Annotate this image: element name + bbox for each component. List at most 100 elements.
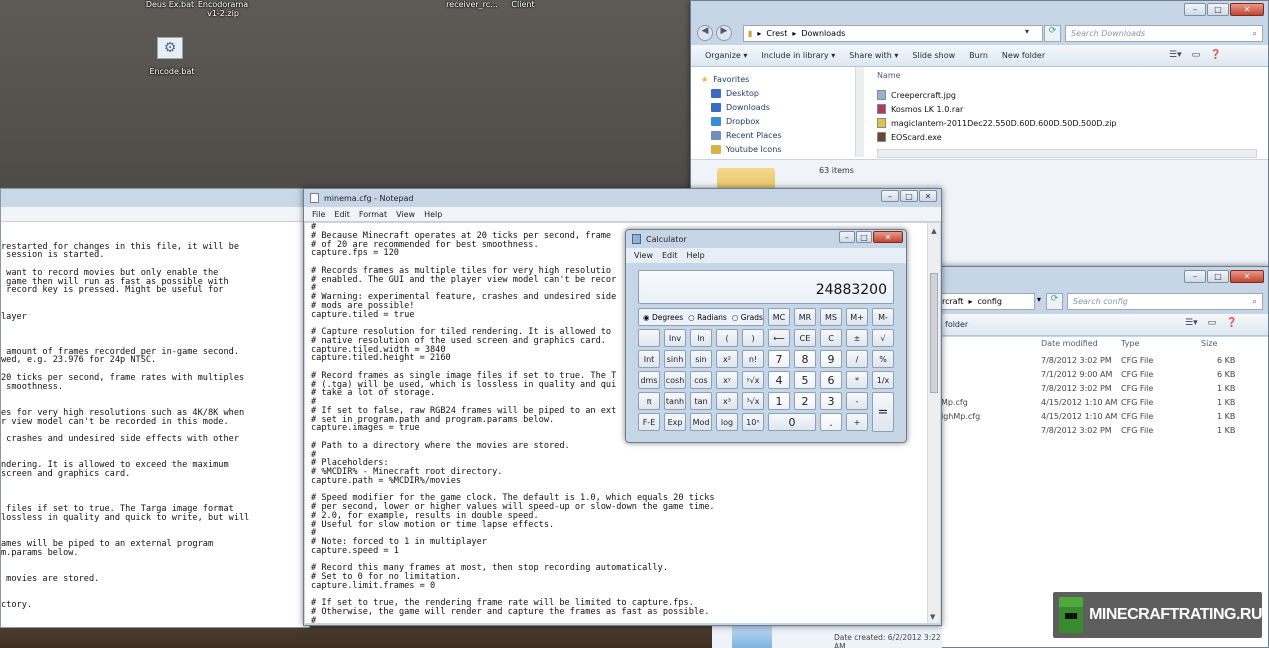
equals-button[interactable]: = bbox=[872, 392, 894, 432]
column-header-date[interactable]: Date modified bbox=[1041, 339, 1098, 348]
nav-youtube-icons[interactable]: Youtube Icons bbox=[701, 142, 851, 156]
back-button[interactable]: ◀ bbox=[697, 25, 713, 41]
digit-button[interactable]: 5 bbox=[794, 371, 816, 389]
menu-format[interactable]: Format bbox=[359, 210, 387, 219]
calc-function-button[interactable] bbox=[638, 329, 660, 347]
notepad-titlebar[interactable]: minema.cfg - Notepad bbox=[304, 189, 941, 207]
table-row[interactable]: 7/1/2012 9:00 AM CFG File 6 KB bbox=[931, 370, 1268, 384]
calc-function-button[interactable]: ³√x bbox=[742, 392, 764, 410]
calc-function-button[interactable]: CE bbox=[794, 329, 816, 347]
nav-scrollbar[interactable] bbox=[855, 67, 864, 157]
address-dropdown-icon[interactable]: ▾ bbox=[1037, 295, 1041, 304]
menu-edit[interactable]: Edit bbox=[334, 210, 350, 219]
search-downloads-input[interactable]: Search Downloads ⌕ bbox=[1065, 25, 1263, 42]
memory-button-mx[interactable]: M- bbox=[872, 308, 894, 326]
calc-function-button[interactable]: ʸ√x bbox=[742, 371, 764, 389]
table-row[interactable]: ighMp.cfg 4/15/2012 1:10 AM CFG File 1 KB bbox=[931, 412, 1268, 426]
calc-function-button[interactable]: * bbox=[846, 371, 868, 389]
slide-show-button[interactable]: Slide show bbox=[912, 51, 955, 60]
help-icon[interactable]: ❓ bbox=[1210, 50, 1221, 60]
file-row[interactable]: Kosmos LK 1.0.rar bbox=[877, 102, 1257, 116]
calc-function-button[interactable]: ) bbox=[742, 329, 764, 347]
digit-button[interactable]: 7 bbox=[768, 350, 790, 368]
calc-function-button[interactable]: dms bbox=[638, 371, 660, 389]
preview-pane-icon[interactable]: ▭ bbox=[1208, 318, 1217, 328]
nav-recent-places[interactable]: Recent Places bbox=[701, 128, 851, 142]
column-header-size[interactable]: Size bbox=[1201, 339, 1217, 348]
refresh-icon[interactable]: ⟳ bbox=[1046, 293, 1063, 310]
table-row[interactable]: Mp.cfg 4/15/2012 1:10 AM CFG File 1 KB bbox=[931, 398, 1268, 412]
digit-button[interactable]: 0 bbox=[768, 413, 816, 431]
menu-help[interactable]: Help bbox=[424, 210, 442, 219]
desktop-icon-encodorama[interactable]: Encodorama v1-2.zip bbox=[196, 0, 250, 18]
table-row[interactable]: 7/8/2012 3:02 PM CFG File 1 KB bbox=[931, 426, 1268, 440]
calc-function-button[interactable]: Int bbox=[638, 350, 660, 368]
calc-function-button[interactable]: ( bbox=[716, 329, 738, 347]
nav-dropbox[interactable]: Dropbox bbox=[701, 114, 851, 128]
address-bar[interactable]: rcraft ▸ config bbox=[935, 293, 1035, 310]
breadcrumb-rcraft[interactable]: rcraft bbox=[942, 297, 964, 306]
calc-function-button[interactable]: % bbox=[872, 350, 894, 368]
desktop-icon-client[interactable]: Client bbox=[506, 0, 540, 9]
digit-button[interactable]: 1 bbox=[768, 392, 790, 410]
calc-function-button[interactable]: xʸ bbox=[716, 371, 738, 389]
table-row[interactable]: 7/8/2012 3:02 PM CFG File 6 KB bbox=[931, 356, 1268, 370]
calc-function-button[interactable]: ln bbox=[690, 329, 712, 347]
maximize-button[interactable]: □ bbox=[900, 190, 918, 202]
calculator-window[interactable]: Calculator – □ ✕ View Edit Help 24883200… bbox=[625, 229, 907, 443]
menu-file[interactable]: File bbox=[312, 210, 325, 219]
memory-button-mx[interactable]: M+ bbox=[846, 308, 868, 326]
close-button[interactable]: ✕ bbox=[1230, 270, 1264, 283]
calc-function-button[interactable]: C bbox=[820, 329, 842, 347]
new-folder-button[interactable]: folder bbox=[945, 320, 968, 329]
calc-function-button[interactable]: Inv bbox=[664, 329, 686, 347]
maximize-button[interactable]: □ bbox=[1207, 270, 1229, 283]
scroll-down-icon[interactable]: ▼ bbox=[930, 613, 935, 621]
desktop-icon-deus-ex[interactable]: Deus Ex.bat bbox=[140, 0, 200, 9]
scroll-thumb[interactable] bbox=[930, 273, 938, 393]
digit-button[interactable]: 3 bbox=[820, 392, 842, 410]
breadcrumb-downloads[interactable]: Downloads bbox=[801, 29, 845, 38]
forward-button[interactable]: ▶ bbox=[716, 25, 732, 41]
minimize-button[interactable]: – bbox=[839, 231, 855, 243]
calc-function-button[interactable]: ± bbox=[846, 329, 868, 347]
file-row[interactable]: magiclantern-2011Dec22.550D.60D.600D.50D… bbox=[877, 116, 1257, 130]
include-in-library-button[interactable]: Include in library ▾ bbox=[761, 51, 835, 60]
breadcrumb-crest[interactable]: Crest bbox=[766, 29, 787, 38]
minimize-button[interactable]: – bbox=[1184, 270, 1206, 283]
calc-function-button[interactable]: - bbox=[846, 392, 868, 410]
calc-function-button[interactable]: tan bbox=[690, 392, 712, 410]
plus-button[interactable]: + bbox=[846, 413, 868, 431]
digit-button[interactable]: 2 bbox=[794, 392, 816, 410]
background-editor-window[interactable]: restarted for changes in this file, it w… bbox=[0, 188, 311, 628]
desktop-icon-encode-bat[interactable]: ⚙ bbox=[157, 37, 185, 63]
address-dropdown-icon[interactable]: ▾ bbox=[1025, 27, 1029, 36]
calc-function-button[interactable]: tanh bbox=[664, 392, 686, 410]
help-icon[interactable]: ❓ bbox=[1226, 318, 1237, 328]
calc-function-button[interactable]: x³ bbox=[716, 392, 738, 410]
calc-function-button[interactable]: cosh bbox=[664, 371, 686, 389]
breadcrumb-config[interactable]: config bbox=[978, 297, 1002, 306]
calc-function-button[interactable]: √ bbox=[872, 329, 894, 347]
menu-view[interactable]: View bbox=[634, 251, 653, 260]
maximize-button[interactable]: □ bbox=[1207, 3, 1229, 16]
calc-function-button[interactable]: log bbox=[716, 413, 738, 431]
close-button[interactable]: ✕ bbox=[873, 231, 903, 243]
calc-function-button[interactable]: Exp bbox=[664, 413, 686, 431]
explorer-config-window[interactable]: – □ ✕ rcraft ▸ config ▾ ⟳ Search config ⌕… bbox=[930, 266, 1269, 648]
share-with-button[interactable]: Share with ▾ bbox=[849, 51, 898, 60]
close-button[interactable]: ✕ bbox=[919, 190, 937, 202]
digit-button[interactable]: 6 bbox=[820, 371, 842, 389]
menu-view[interactable]: View bbox=[396, 210, 415, 219]
memory-button-mc[interactable]: MC bbox=[768, 308, 790, 326]
new-folder-button[interactable]: New folder bbox=[1002, 51, 1045, 60]
calc-function-button[interactable]: 10ˣ bbox=[742, 413, 764, 431]
calc-function-button[interactable]: n! bbox=[742, 350, 764, 368]
decimal-button[interactable]: . bbox=[820, 413, 842, 431]
minimize-button[interactable]: – bbox=[1184, 3, 1206, 16]
minimize-button[interactable]: – bbox=[881, 190, 899, 202]
column-header-name[interactable]: Name bbox=[877, 71, 901, 80]
scroll-up-icon[interactable]: ▲ bbox=[929, 227, 939, 235]
calc-function-button[interactable]: π bbox=[638, 392, 660, 410]
memory-button-mr[interactable]: MR bbox=[794, 308, 816, 326]
